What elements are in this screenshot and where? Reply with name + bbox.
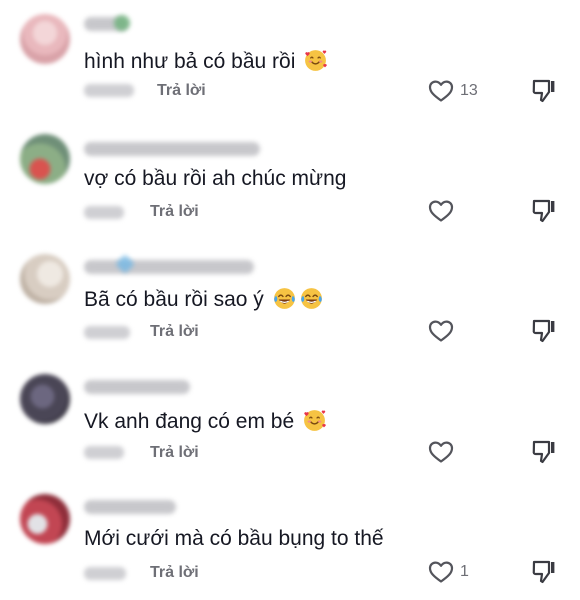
comment-text: vợ có bầu rồi ah chúc mừng — [84, 166, 346, 192]
avatar[interactable] — [20, 494, 70, 544]
face-with-tears-of-joy-icon — [300, 288, 322, 309]
like-button[interactable]: 13 — [428, 79, 478, 103]
heart-outline-icon — [428, 561, 454, 583]
dislike-button[interactable] — [531, 559, 557, 585]
avatar[interactable] — [20, 254, 70, 304]
thumbs-down-icon — [532, 199, 555, 223]
username-blurred[interactable] — [84, 500, 176, 514]
thumbs-down-icon — [532, 319, 555, 343]
thumbs-down-icon — [532, 440, 555, 464]
avatar[interactable] — [20, 14, 70, 64]
avatar[interactable] — [20, 134, 70, 184]
heart-outline-icon — [428, 441, 454, 463]
comment-text: Vk anh đang có em bé — [84, 408, 327, 435]
timestamp-blurred — [84, 446, 124, 459]
reply-button[interactable]: Trả lời — [157, 82, 206, 100]
face-with-tears-of-joy-icon — [273, 288, 295, 309]
comment-item: Mới cưới mà có bầu bụng to thế Trả lời 1 — [0, 480, 580, 600]
reply-button[interactable]: Trả lời — [150, 323, 199, 341]
comment-text-content: Vk anh đang có em bé — [84, 410, 295, 433]
smiling-face-with-hearts-icon — [305, 50, 327, 71]
verified-badge-blurred — [114, 15, 130, 31]
like-count: 13 — [460, 82, 478, 99]
dislike-button[interactable] — [531, 198, 557, 224]
reply-button[interactable]: Trả lời — [150, 564, 199, 582]
timestamp-blurred — [84, 567, 126, 580]
timestamp-blurred — [84, 84, 134, 97]
thumbs-down-icon — [532, 79, 555, 103]
like-button[interactable]: 1 — [428, 560, 469, 584]
comment-text-content: vợ có bầu rồi ah chúc mừng — [84, 167, 347, 190]
dislike-button[interactable] — [531, 318, 557, 344]
timestamp-blurred — [84, 326, 130, 339]
comment-text: Mới cưới mà có bầu bụng to thế — [84, 526, 384, 552]
like-button[interactable] — [428, 440, 454, 464]
comment-item: vợ có bầu rồi ah chúc mừng Trả lời — [0, 120, 580, 240]
comment-text-content: Bã có bầu rồi sao ý — [84, 288, 264, 311]
reply-button[interactable]: Trả lời — [150, 444, 199, 462]
heart-outline-icon — [428, 80, 454, 102]
username-blurred[interactable] — [84, 380, 190, 394]
comment-item: hình như bả có bầu rồi Trả lời 13 — [0, 0, 580, 120]
heart-outline-icon — [428, 320, 454, 342]
smiling-face-with-hearts-icon — [304, 410, 326, 431]
thumbs-down-icon — [532, 560, 555, 584]
comment-text-content: Mới cưới mà có bầu bụng to thế — [84, 527, 384, 550]
reply-button[interactable]: Trả lời — [150, 203, 199, 221]
dislike-button[interactable] — [531, 78, 557, 104]
username-blurred[interactable] — [84, 260, 254, 274]
comment-item: Bã có bầu rồi sao ý Trả lời — [0, 240, 580, 360]
comment-text-content: hình như bả có bầu rồi — [84, 50, 296, 73]
heart-outline-icon — [428, 200, 454, 222]
avatar[interactable] — [20, 374, 70, 424]
comment-text: Bã có bầu rồi sao ý — [84, 286, 324, 313]
comment-item: Vk anh đang có em bé Trả lời — [0, 360, 580, 480]
like-button[interactable] — [428, 199, 454, 223]
dislike-button[interactable] — [531, 439, 557, 465]
like-button[interactable] — [428, 319, 454, 343]
username-blurred[interactable] — [84, 142, 260, 156]
like-count: 1 — [460, 563, 469, 580]
timestamp-blurred — [84, 206, 124, 219]
comment-text: hình như bả có bầu rồi — [84, 48, 328, 75]
